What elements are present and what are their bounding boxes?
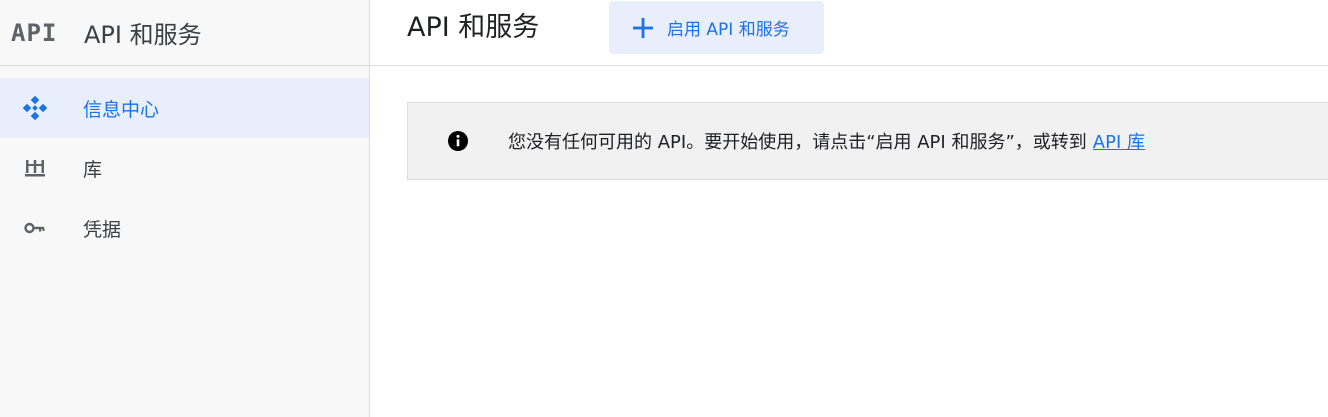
plus-icon <box>631 16 655 40</box>
info-notice: 您没有任何可用的 API。要开始使用，请点击“启用 API 和服务”，或转到 A… <box>407 102 1328 180</box>
top-bar: API 和服务 启用 API 和服务 <box>370 0 1328 66</box>
enable-apis-button-label: 启用 API 和服务 <box>667 20 790 40</box>
sidebar-item-label: 库 <box>83 158 103 181</box>
sidebar-item-dashboard[interactable]: 信息中心 <box>0 78 369 138</box>
enable-apis-button[interactable]: 启用 API 和服务 <box>609 1 824 54</box>
api-logo: API <box>11 18 58 47</box>
sidebar-item-library[interactable]: 库 <box>0 138 369 198</box>
api-library-link[interactable]: API 库 <box>1093 128 1145 154</box>
notice-message: 您没有任何可用的 API。要开始使用，请点击“启用 API 和服务”，或转到 <box>508 132 1087 153</box>
sidebar: API API 和服务 信息中心 库 凭据 <box>0 0 370 417</box>
main-content: API 和服务 启用 API 和服务 您没有任何可用的 API。要开始使用，请点… <box>370 0 1328 417</box>
info-icon <box>448 131 468 151</box>
sidebar-item-label: 信息中心 <box>83 98 160 121</box>
sidebar-title: API 和服务 <box>84 21 202 49</box>
sidebar-item-label: 凭据 <box>83 218 122 241</box>
dashboard-diamond-icon <box>23 96 47 120</box>
page-title: API 和服务 <box>407 12 540 43</box>
library-icon <box>23 156 47 180</box>
app-window: API API 和服务 信息中心 库 凭据 API 和服务 启用 API 和服务… <box>0 0 1328 417</box>
sidebar-nav: 信息中心 库 凭据 <box>0 78 369 258</box>
sidebar-item-credentials[interactable]: 凭据 <box>0 198 369 258</box>
key-icon <box>23 216 47 240</box>
sidebar-header: API API 和服务 <box>0 0 369 66</box>
